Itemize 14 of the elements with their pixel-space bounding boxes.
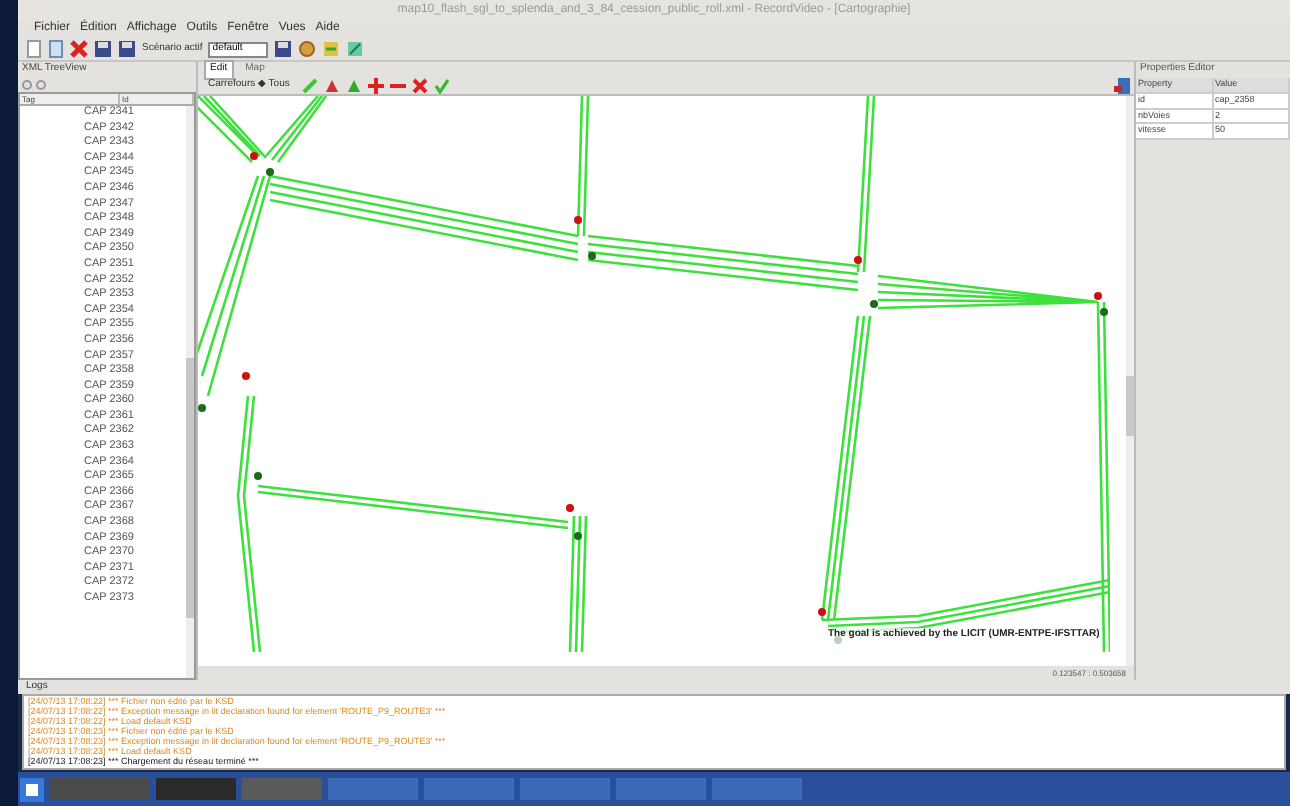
add-road-icon[interactable] [301, 78, 318, 94]
close-icon[interactable] [70, 40, 88, 58]
plus-icon[interactable] [367, 78, 384, 94]
scrollbar-thumb[interactable] [1126, 376, 1134, 436]
forward-icon[interactable] [36, 80, 46, 90]
start-button-icon[interactable] [20, 777, 44, 801]
minus-icon[interactable] [389, 78, 406, 94]
scrollbar-thumb[interactable] [186, 358, 194, 618]
checkmark-icon[interactable] [433, 78, 450, 94]
close-icon[interactable] [411, 78, 428, 94]
open-file-icon[interactable] [48, 40, 64, 58]
exit-icon[interactable] [1114, 78, 1130, 94]
new-file-icon[interactable] [26, 40, 42, 58]
back-icon[interactable] [22, 80, 32, 90]
